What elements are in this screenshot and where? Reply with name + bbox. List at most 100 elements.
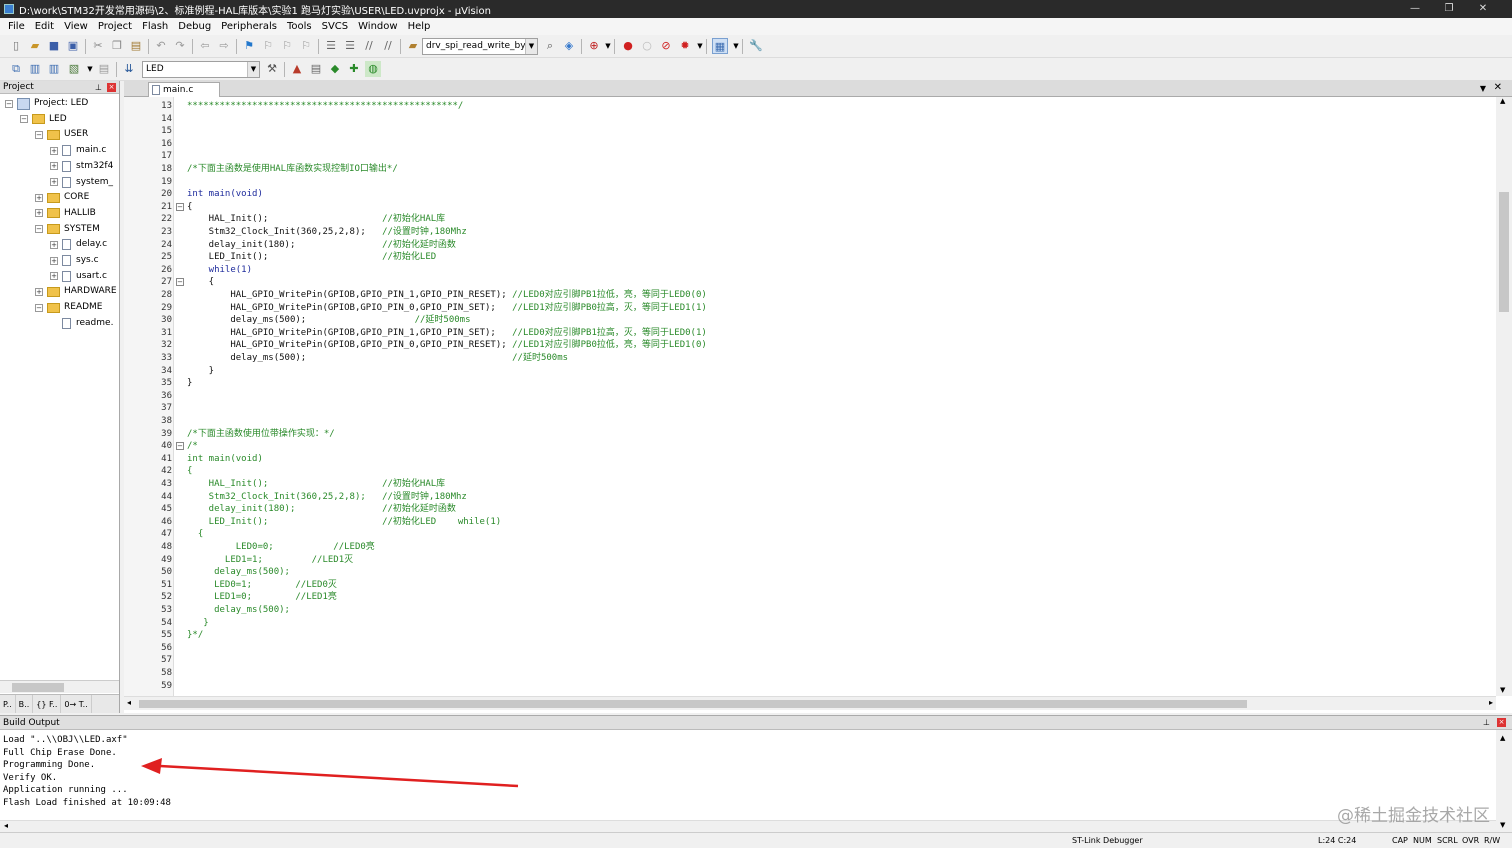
function-combo[interactable]: drv_spi_read_write_byte ▼	[422, 38, 538, 55]
collapse-icon[interactable]: −	[5, 99, 13, 108]
tree-item[interactable]: − SYSTEM	[35, 222, 100, 237]
incremental-find-icon[interactable]: ◈	[561, 38, 577, 54]
code-line[interactable]: int main(void)	[187, 453, 263, 466]
code-line[interactable]: LED0=0; //LED0亮	[187, 541, 375, 554]
run-time-env-icon[interactable]: ✚	[346, 61, 362, 77]
chevron-down-icon[interactable]: ▼	[247, 62, 259, 77]
code-line[interactable]: delay_ms(500); //延时500ms	[187, 314, 470, 327]
find-in-files-icon[interactable]: ▰	[405, 38, 421, 54]
menu-edit[interactable]: Edit	[30, 21, 59, 32]
collapse-icon[interactable]: −	[35, 130, 43, 139]
code-line[interactable]: HAL_Init(); //初始化HAL库	[187, 213, 446, 226]
code-line[interactable]: LED1=1; //LED1灭	[187, 554, 353, 567]
menu-flash[interactable]: Flash	[137, 21, 173, 32]
expand-icon[interactable]: +	[50, 146, 58, 155]
indent-icon[interactable]: ☰	[323, 38, 339, 54]
code-line[interactable]: }	[187, 365, 214, 378]
pin-icon[interactable]: ⊥	[95, 81, 102, 94]
menu-project[interactable]: Project	[93, 21, 137, 32]
open-folder-icon[interactable]: ▰	[27, 38, 43, 54]
code-line[interactable]: HAL_GPIO_WritePin(GPIOB,GPIO_PIN_1,GPIO_…	[187, 289, 706, 302]
fold-toggle-icon[interactable]: −	[176, 202, 184, 211]
collapse-icon[interactable]: −	[20, 115, 28, 124]
build-icon[interactable]: ▥	[27, 61, 43, 77]
tree-item[interactable]: + sys.c	[50, 253, 99, 268]
nav-forward-icon[interactable]: ⇨	[216, 38, 232, 54]
code-line[interactable]: /*下面主函数是使用HAL库函数实现控制IO口输出*/	[187, 163, 398, 176]
redo-icon[interactable]: ↷	[172, 38, 188, 54]
expand-icon[interactable]: +	[50, 272, 58, 281]
code-line[interactable]: }*/	[187, 629, 203, 642]
tree-item[interactable]: − README	[35, 300, 102, 315]
close-icon[interactable]: ×	[107, 83, 116, 92]
code-area[interactable]: ****************************************…	[184, 97, 1496, 696]
restore-button[interactable]: ❐	[1432, 0, 1466, 18]
tree-item[interactable]: + HARDWARE	[35, 284, 117, 299]
comment-icon[interactable]: //	[361, 38, 377, 54]
build-vscrollbar[interactable]: ▲ ▼	[1496, 730, 1512, 833]
code-line[interactable]: int main(void)	[187, 188, 263, 201]
tree-item[interactable]: + system_	[50, 175, 113, 190]
tab-project[interactable]: P..	[0, 695, 16, 713]
menu-help[interactable]: Help	[403, 21, 436, 32]
code-line[interactable]: HAL_GPIO_WritePin(GPIOB,GPIO_PIN_0,GPIO_…	[187, 339, 706, 352]
menu-window[interactable]: Window	[353, 21, 402, 32]
disable-breakpoints-icon[interactable]: ⊘	[658, 38, 674, 54]
expand-icon[interactable]: +	[50, 256, 58, 265]
menu-tools[interactable]: Tools	[282, 21, 317, 32]
manage-project-icon[interactable]: ▲	[289, 61, 305, 77]
expand-icon[interactable]: +	[35, 287, 43, 296]
uncomment-icon[interactable]: //	[380, 38, 396, 54]
expand-icon[interactable]: +	[50, 178, 58, 186]
tab-books[interactable]: B..	[16, 695, 34, 713]
code-line[interactable]: delay_init(180); //初始化延时函数	[187, 239, 456, 252]
enable-breakpoint-icon[interactable]: ○	[639, 38, 655, 54]
next-bookmark-icon[interactable]: ⚐	[279, 38, 295, 54]
menu-view[interactable]: View	[59, 21, 93, 32]
menu-svcs[interactable]: SVCS	[317, 21, 354, 32]
collapse-icon[interactable]: −	[35, 225, 43, 234]
code-line[interactable]: delay_init(180); //初始化延时函数	[187, 503, 456, 516]
window-layout-icon[interactable]: ▦	[712, 38, 728, 54]
code-line[interactable]: LED_Init(); //初始化LED	[187, 251, 437, 264]
editor-hscrollbar[interactable]: ◂ ▸	[124, 696, 1496, 710]
nav-back-icon[interactable]: ⇦	[197, 38, 213, 54]
menu-file[interactable]: File	[3, 21, 30, 32]
code-line[interactable]: LED1=0; //LED1亮	[187, 591, 337, 604]
download-icon[interactable]: ⇊	[121, 61, 137, 77]
fold-toggle-icon[interactable]: −	[176, 278, 184, 287]
tree-item[interactable]: + delay.c	[50, 237, 107, 252]
tree-item[interactable]: − USER	[35, 127, 88, 142]
pin-icon[interactable]: ⊥	[1483, 716, 1490, 730]
close-button[interactable]: ✕	[1466, 0, 1500, 18]
code-line[interactable]: ****************************************…	[187, 100, 463, 113]
kill-breakpoints-icon[interactable]: ✹	[677, 38, 693, 54]
code-line[interactable]: {	[187, 528, 203, 541]
stop-build-icon[interactable]: ▤	[96, 61, 112, 77]
code-line[interactable]: }	[187, 377, 192, 390]
unindent-icon[interactable]: ☰	[342, 38, 358, 54]
code-line[interactable]: LED_Init(); //初始化LED while(1)	[187, 516, 502, 529]
editor-vscrollbar[interactable]: ▲ ▼	[1496, 97, 1512, 696]
target-combo[interactable]: LED ▼	[142, 61, 260, 78]
code-line[interactable]: HAL_GPIO_WritePin(GPIOB,GPIO_PIN_0,GPIO_…	[187, 302, 706, 315]
expand-icon[interactable]: +	[50, 162, 58, 171]
tree-item[interactable]: − Project: LED	[5, 96, 88, 111]
collapse-icon[interactable]: −	[35, 303, 43, 312]
code-line[interactable]: Stm32_Clock_Init(360,25,2,8); //设置时钟,180…	[187, 491, 467, 504]
code-line[interactable]: delay_ms(500); //延时500ms	[187, 352, 568, 365]
chevron-down-icon[interactable]: ▼	[525, 39, 537, 54]
code-line[interactable]: /*	[187, 440, 198, 453]
bookmark-icon[interactable]: ⚑	[241, 38, 257, 54]
batch-build-icon[interactable]: ▧	[66, 61, 82, 77]
clear-bookmarks-icon[interactable]: ⚐	[298, 38, 314, 54]
find-icon[interactable]: ⌕	[542, 38, 558, 54]
tree-item[interactable]: + main.c	[50, 143, 106, 158]
paste-icon[interactable]: ▤	[128, 38, 144, 54]
new-file-icon[interactable]: ▯	[8, 38, 24, 54]
code-line[interactable]: LED0=1; //LED0灭	[187, 579, 337, 592]
save-icon[interactable]: ■	[46, 38, 62, 54]
close-icon[interactable]: ×	[1497, 718, 1506, 727]
code-line[interactable]: {	[187, 465, 192, 478]
cut-icon[interactable]: ✂	[90, 38, 106, 54]
